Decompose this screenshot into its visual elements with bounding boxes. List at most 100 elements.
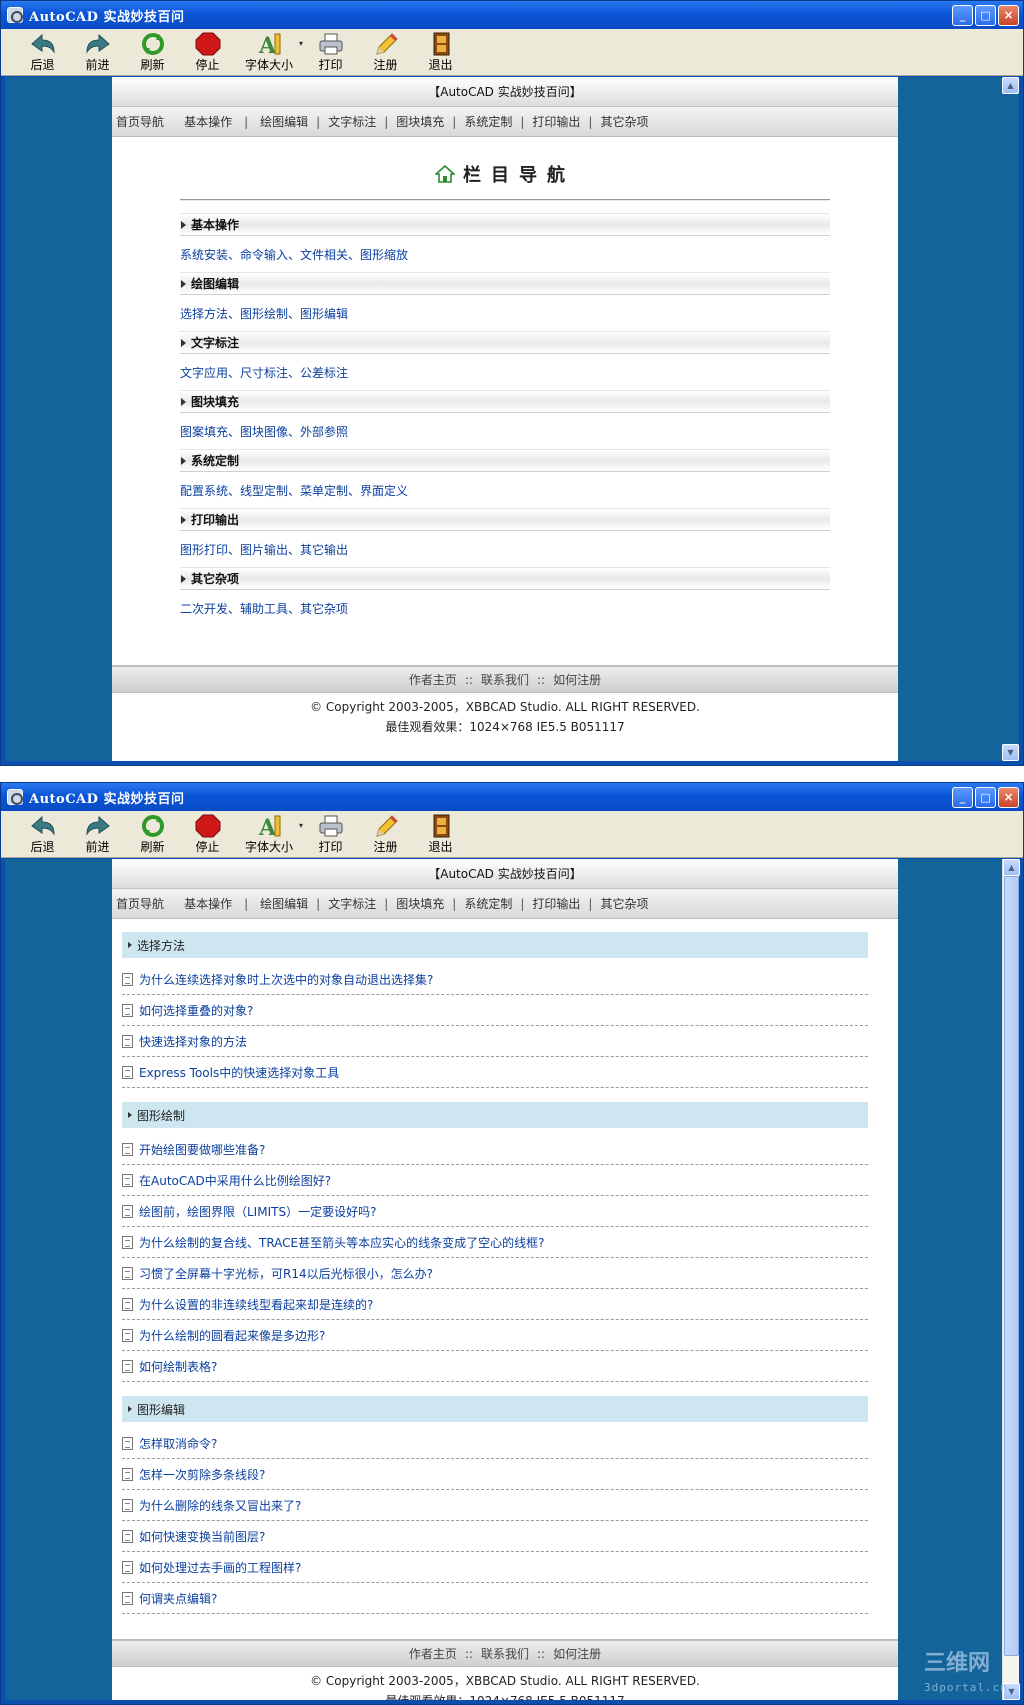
question-link[interactable]: 何谓夹点编辑? [139, 1590, 217, 1607]
catalog-section-links[interactable]: 系统安装、命令输入、文件相关、图形缩放 [180, 235, 830, 272]
scroll-up-arrow-icon[interactable]: ▲ [1002, 77, 1019, 94]
question-link[interactable]: Express Tools中的快速选择对象工具 [139, 1064, 339, 1081]
vertical-scrollbar[interactable]: ▲ ▼ [1002, 77, 1019, 761]
question-row[interactable]: 何谓夹点编辑? [122, 1583, 868, 1614]
question-row[interactable]: 如何绘制表格? [122, 1351, 868, 1382]
question-link[interactable]: 如何绘制表格? [139, 1358, 217, 1375]
back-button[interactable]: 后退 [15, 28, 70, 72]
footer-register-link[interactable]: 如何注册 [553, 671, 601, 688]
catalog-section-links[interactable]: 二次开发、辅助工具、其它杂项 [180, 589, 830, 626]
vertical-scrollbar[interactable]: ▲ ▼ [1002, 859, 1020, 1700]
nav-basic-ops[interactable]: 基本操作 [184, 113, 232, 130]
question-link[interactable]: 在AutoCAD中采用什么比例绘图好? [139, 1172, 331, 1189]
nav-home[interactable]: 首页导航 [116, 895, 164, 912]
title-bar[interactable]: AutoCAD 实战妙技百问 _ □ × [1, 783, 1023, 811]
maximize-button[interactable]: □ [975, 4, 996, 26]
question-link[interactable]: 绘图前，绘图界限（LIMITS）一定要设好吗? [139, 1203, 376, 1220]
question-link[interactable]: 如何选择重叠的对象? [139, 1002, 253, 1019]
question-link[interactable]: 为什么删除的线条又冒出来了? [139, 1497, 301, 1514]
nav-print-output[interactable]: 打印输出 [532, 113, 580, 130]
catalog-section-links[interactable]: 图案填充、图块图像、外部参照 [180, 412, 830, 449]
question-row[interactable]: 习惯了全屏幕十字光标，可R14以后光标很小，怎么办? [122, 1258, 868, 1289]
nav-system-custom[interactable]: 系统定制 [464, 113, 512, 130]
question-row[interactable]: 为什么删除的线条又冒出来了? [122, 1490, 868, 1521]
stop-button[interactable]: 停止 [180, 810, 235, 854]
footer-author-link[interactable]: 作者主页 [409, 1645, 457, 1662]
scroll-thumb[interactable] [1004, 876, 1019, 1656]
footer-author-link[interactable]: 作者主页 [409, 671, 457, 688]
exit-button[interactable]: 退出 [413, 810, 468, 854]
question-row[interactable]: 开始绘图要做哪些准备? [122, 1134, 868, 1165]
nav-home[interactable]: 首页导航 [116, 113, 164, 130]
question-row[interactable]: 怎样一次剪除多条线段? [122, 1459, 868, 1490]
question-row[interactable]: 为什么绘制的圆看起来像是多边形? [122, 1320, 868, 1351]
question-row[interactable]: 为什么设置的非连续线型看起来却是连续的? [122, 1289, 868, 1320]
nav-system-custom[interactable]: 系统定制 [464, 895, 512, 912]
nav-basic-ops[interactable]: 基本操作 [184, 895, 232, 912]
question-link[interactable]: 怎样一次剪除多条线段? [139, 1466, 265, 1483]
question-link[interactable]: 为什么绘制的复合线、TRACE甚至箭头等本应实心的线条变成了空心的线框? [139, 1234, 545, 1251]
register-button[interactable]: 注册 [358, 810, 413, 854]
question-link[interactable]: 为什么绘制的圆看起来像是多边形? [139, 1327, 325, 1344]
question-row[interactable]: 快速选择对象的方法 [122, 1026, 868, 1057]
nav-drawing-edit[interactable]: 绘图编辑 [260, 895, 308, 912]
font-size-button[interactable]: A 字体大小 [235, 810, 303, 854]
question-row[interactable]: 怎样取消命令? [122, 1428, 868, 1459]
font-size-button[interactable]: A 字体大小 [235, 28, 303, 72]
close-button[interactable]: × [998, 786, 1019, 808]
minimize-button[interactable]: _ [952, 4, 973, 26]
nav-text-dim[interactable]: 文字标注 [328, 113, 376, 130]
print-button[interactable]: 打印 [303, 28, 358, 72]
print-button[interactable]: 打印 [303, 810, 358, 854]
scroll-up-arrow-icon[interactable]: ▲ [1003, 859, 1020, 876]
scroll-track[interactable] [1002, 94, 1018, 744]
nav-drawing-edit[interactable]: 绘图编辑 [260, 113, 308, 130]
question-link[interactable]: 如何处理过去手画的工程图样? [139, 1559, 301, 1576]
question-row[interactable]: 为什么绘制的复合线、TRACE甚至箭头等本应实心的线条变成了空心的线框? [122, 1227, 868, 1258]
forward-button[interactable]: 前进 [70, 810, 125, 854]
catalog-section-links[interactable]: 文字应用、尺寸标注、公差标注 [180, 353, 830, 390]
exit-button[interactable]: 退出 [413, 28, 468, 72]
close-button[interactable]: × [998, 4, 1019, 26]
question-row[interactable]: 如何处理过去手画的工程图样? [122, 1552, 868, 1583]
nav-misc[interactable]: 其它杂项 [600, 895, 648, 912]
copyright-text: © Copyright 2003-2005，XBBCAD Studio. ALL… [310, 1674, 700, 1688]
maximize-button[interactable]: □ [975, 786, 996, 808]
question-link[interactable]: 为什么设置的非连续线型看起来却是连续的? [139, 1296, 373, 1313]
question-link[interactable]: 如何快速变换当前图层? [139, 1528, 265, 1545]
question-link[interactable]: 快速选择对象的方法 [139, 1033, 247, 1050]
question-row[interactable]: Express Tools中的快速选择对象工具 [122, 1057, 868, 1088]
catalog-section-links[interactable]: 选择方法、图形绘制、图形编辑 [180, 294, 830, 331]
register-button[interactable]: 注册 [358, 28, 413, 72]
question-row[interactable]: 如何快速变换当前图层? [122, 1521, 868, 1552]
nav-text-dim[interactable]: 文字标注 [328, 895, 376, 912]
stop-button[interactable]: 停止 [180, 28, 235, 72]
refresh-button[interactable]: 刷新 [125, 810, 180, 854]
footer-contact-link[interactable]: 联系我们 [481, 1645, 529, 1662]
scroll-down-arrow-icon[interactable]: ▼ [1002, 744, 1019, 761]
best-view-text: 最佳观看效果：1024×768 IE5.5 B051117 [385, 720, 625, 734]
nav-block-fill[interactable]: 图块填充 [396, 895, 444, 912]
nav-misc[interactable]: 其它杂项 [600, 113, 648, 130]
question-link[interactable]: 怎样取消命令? [139, 1435, 217, 1452]
site-nav: 首页导航 | 基本操作 | 绘图编辑 | 文字标注 | 图块填充 | 系统定制 … [112, 107, 898, 137]
question-row[interactable]: 为什么连续选择对象时上次选中的对象自动退出选择集? [122, 964, 868, 995]
footer-register-link[interactable]: 如何注册 [553, 1645, 601, 1662]
catalog-section-links[interactable]: 图形打印、图片输出、其它输出 [180, 530, 830, 567]
minimize-button[interactable]: _ [952, 786, 973, 808]
footer-contact-link[interactable]: 联系我们 [481, 671, 529, 688]
forward-button[interactable]: 前进 [70, 28, 125, 72]
nav-block-fill[interactable]: 图块填充 [396, 113, 444, 130]
question-link[interactable]: 为什么连续选择对象时上次选中的对象自动退出选择集? [139, 971, 433, 988]
question-row[interactable]: 在AutoCAD中采用什么比例绘图好? [122, 1165, 868, 1196]
nav-print-output[interactable]: 打印输出 [532, 895, 580, 912]
back-button[interactable]: 后退 [15, 810, 70, 854]
scroll-track[interactable] [1003, 876, 1019, 1683]
question-link[interactable]: 开始绘图要做哪些准备? [139, 1141, 265, 1158]
catalog-section-links[interactable]: 配置系统、线型定制、菜单定制、界面定义 [180, 471, 830, 508]
question-row[interactable]: 如何选择重叠的对象? [122, 995, 868, 1026]
question-link[interactable]: 习惯了全屏幕十字光标，可R14以后光标很小，怎么办? [139, 1265, 433, 1282]
refresh-button[interactable]: 刷新 [125, 28, 180, 72]
question-row[interactable]: 绘图前，绘图界限（LIMITS）一定要设好吗? [122, 1196, 868, 1227]
title-bar[interactable]: AutoCAD 实战妙技百问 _ □ × [1, 1, 1023, 29]
